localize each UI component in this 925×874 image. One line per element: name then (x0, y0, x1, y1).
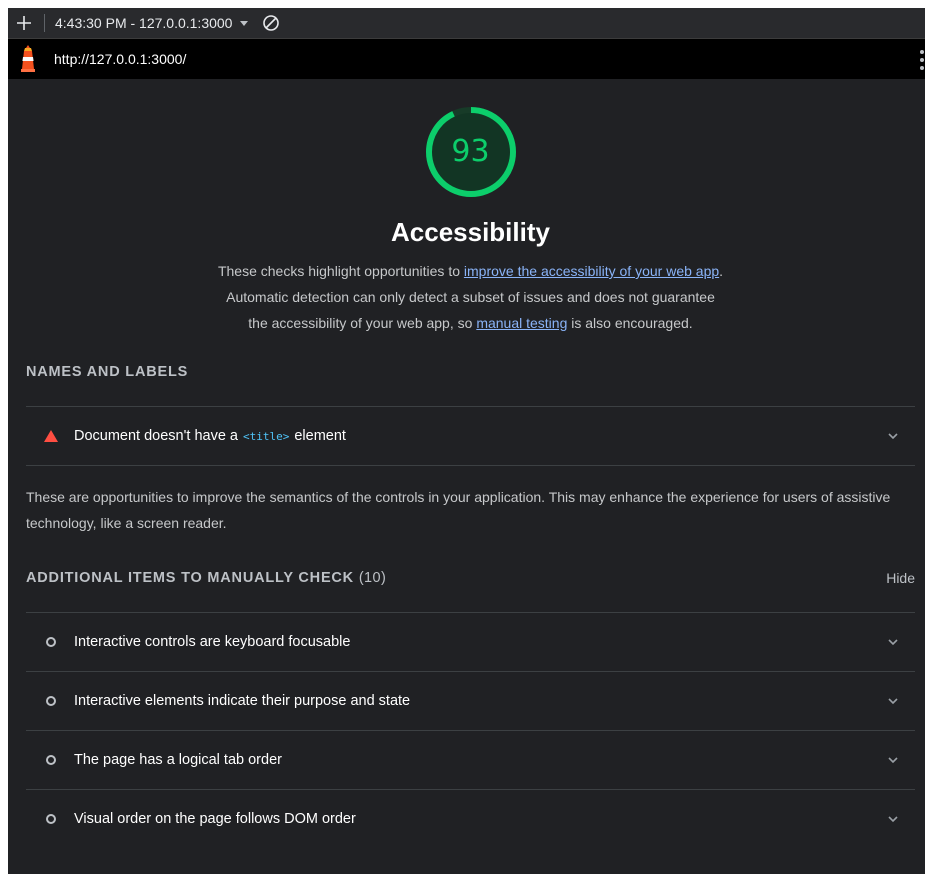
score-value: 93 (451, 134, 490, 169)
manual-checks-title: ADDITIONAL ITEMS TO MANUALLY CHECK (26, 570, 354, 586)
audit-title-after: element (294, 428, 346, 444)
chevron-down-icon[interactable] (887, 696, 899, 706)
manual-audit-title: The page has a logical tab order (74, 752, 282, 768)
category-desc-text: These checks highlight opportunities to (217, 263, 464, 279)
audit-document-title[interactable]: Document doesn't have a <title> element (26, 406, 915, 466)
circle-outline-icon (44, 753, 58, 767)
report-selector-label[interactable]: 4:43:30 PM - 127.0.0.1:3000 (55, 15, 232, 31)
audit-title-before: Document doesn't have a (74, 428, 238, 444)
lighthouse-panel: 4:43:30 PM - 127.0.0.1:3000 http://127.0… (8, 8, 925, 874)
group-title: ADDITIONAL ITEMS TO MANUALLY CHECK (10) (26, 570, 386, 586)
score-gauge: 93 (424, 105, 518, 199)
category-description: These checks highlight opportunities to … (216, 258, 726, 336)
audit-code-token: <title> (242, 429, 290, 443)
circle-outline-icon (44, 694, 58, 708)
chevron-down-icon[interactable] (887, 637, 899, 647)
improve-accessibility-link[interactable]: improve the accessibility of your web ap… (464, 263, 719, 279)
manual-checks-count: (10) (358, 570, 387, 586)
manual-audit-row[interactable]: The page has a logical tab order (26, 730, 915, 789)
manual-audit-row[interactable]: Visual order on the page follows DOM ord… (26, 789, 915, 848)
names-labels-description: These are opportunities to improve the s… (26, 489, 891, 531)
manual-testing-link[interactable]: manual testing (476, 315, 567, 331)
manual-audit-row[interactable]: Interactive controls are keyboard focusa… (26, 612, 915, 671)
toolbar-divider (44, 14, 45, 32)
caret-down-icon[interactable] (240, 20, 249, 26)
manual-audit-title: Interactive controls are keyboard focusa… (74, 634, 351, 650)
category-desc-text: is also encouraged. (567, 315, 693, 331)
more-options-icon[interactable] (919, 50, 925, 70)
names-labels-header: NAMES AND LABELS (26, 364, 915, 406)
manual-audit-title: Visual order on the page follows DOM ord… (74, 811, 356, 827)
group-title: NAMES AND LABELS (26, 364, 189, 380)
circle-outline-icon (44, 812, 58, 826)
report-url[interactable]: http://127.0.0.1:3000/ (54, 51, 186, 67)
category-title: Accessibility (391, 217, 550, 247)
manual-checks-header: ADDITIONAL ITEMS TO MANUALLY CHECK (10) … (26, 570, 915, 612)
hide-button[interactable]: Hide (886, 570, 915, 586)
lighthouse-toolbar: 4:43:30 PM - 127.0.0.1:3000 (8, 8, 925, 39)
report-content: 93 Accessibility These checks highlight … (8, 105, 925, 848)
manual-audit-title: Interactive elements indicate their purp… (74, 693, 411, 709)
plus-icon[interactable] (12, 11, 36, 35)
manual-audit-row[interactable]: Interactive elements indicate their purp… (26, 671, 915, 730)
block-icon[interactable] (262, 14, 280, 32)
chevron-down-icon[interactable] (887, 814, 899, 824)
fail-triangle-icon (44, 429, 58, 443)
chevron-down-icon[interactable] (887, 431, 899, 441)
lighthouse-icon (16, 45, 40, 73)
circle-outline-icon (44, 635, 58, 649)
report-url-bar: http://127.0.0.1:3000/ (8, 39, 925, 79)
chevron-down-icon[interactable] (887, 755, 899, 765)
score-gauge-wrapper: 93 (26, 105, 915, 199)
